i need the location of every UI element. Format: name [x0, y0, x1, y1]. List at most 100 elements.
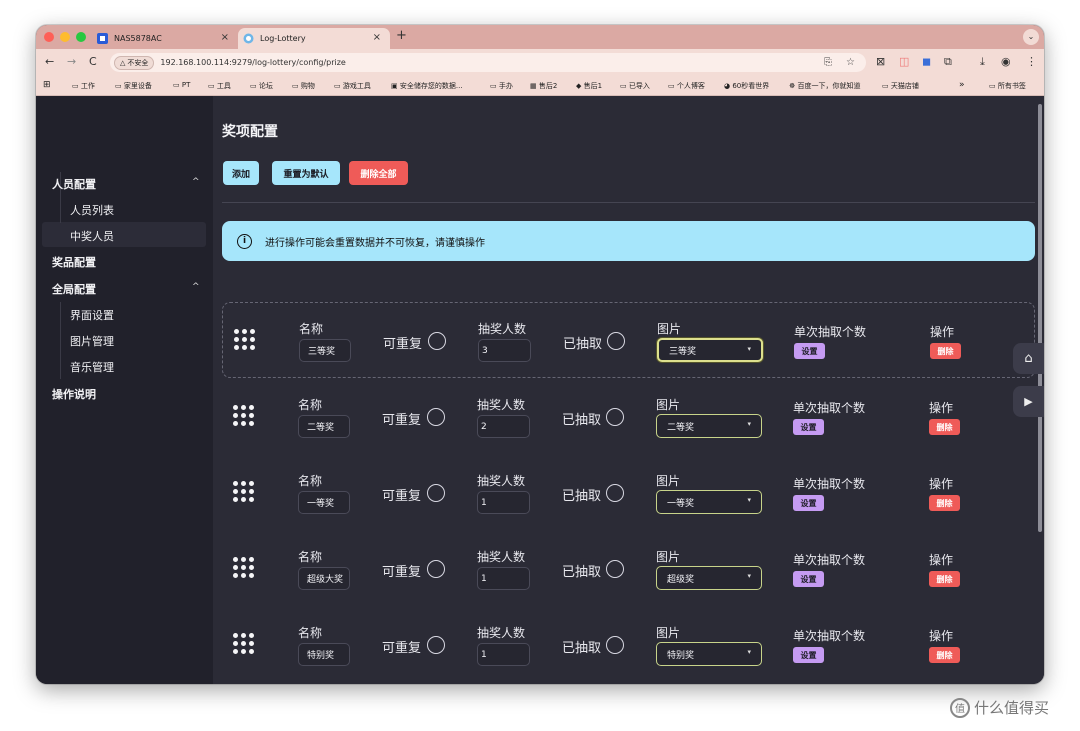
bookmark-item[interactable]: ▭ 工具 [208, 81, 231, 91]
extension-puzzle-icon[interactable]: ⊠ [876, 55, 885, 68]
bookmark-item[interactable]: ▭ 游戏工具 [334, 81, 371, 91]
sidebar-item-winners[interactable]: 中奖人员 [70, 224, 114, 248]
image-select[interactable]: 三等奖 ▾ [657, 338, 763, 362]
draw-count-input[interactable]: 1 [477, 491, 530, 514]
close-tab-icon[interactable]: × [373, 32, 381, 43]
repeatable-radio[interactable] [428, 332, 446, 350]
delete-button[interactable]: 删除 [929, 571, 960, 587]
all-bookmarks-folder[interactable]: ▭ 所有书签 [989, 81, 1026, 91]
image-select[interactable]: 特别奖 ▾ [656, 642, 762, 666]
profile-avatar-icon[interactable]: ◉ [1001, 55, 1011, 68]
delete-button[interactable]: 删除 [929, 647, 960, 663]
add-button[interactable]: 添加 [223, 161, 259, 185]
repeatable-radio[interactable] [427, 636, 445, 654]
bookmark-item[interactable]: ▭ 个人博客 [668, 81, 705, 91]
image-select[interactable]: 二等奖 ▾ [656, 414, 762, 438]
repeatable-radio[interactable] [427, 560, 445, 578]
bookmark-item[interactable]: ▭ PT [173, 81, 190, 89]
extension-pink-icon[interactable]: ◫ [899, 55, 909, 68]
drawn-radio[interactable] [606, 560, 624, 578]
delete-button[interactable]: 删除 [930, 343, 961, 359]
drag-handle-icon[interactable] [234, 329, 258, 351]
settings-button[interactable]: 设置 [793, 419, 824, 435]
chevron-up-icon[interactable]: ^ [192, 177, 200, 187]
settings-button[interactable]: 设置 [794, 343, 825, 359]
drawn-radio[interactable] [606, 408, 624, 426]
bookmark-item[interactable]: ▭ 天猫店铺 [882, 81, 919, 91]
download-icon[interactable]: ⤓ [980, 55, 985, 69]
sidebar-item-music-manager[interactable]: 音乐管理 [70, 355, 114, 379]
scrollbar-thumb[interactable] [1038, 104, 1042, 532]
bookmark-item[interactable]: ☸ 百度一下，你就知道 [789, 81, 861, 91]
settings-button[interactable]: 设置 [793, 495, 824, 511]
chevron-up-icon[interactable]: ^ [192, 282, 200, 292]
drawn-radio[interactable] [607, 332, 625, 350]
drawn-radio[interactable] [606, 636, 624, 654]
prize-name-input[interactable]: 三等奖 [299, 339, 351, 362]
drawn-radio[interactable] [606, 484, 624, 502]
repeatable-radio[interactable] [427, 408, 445, 426]
image-select[interactable]: 超级奖 ▾ [656, 566, 762, 590]
bookmark-item[interactable]: ▦ 售后2 [530, 81, 557, 91]
sidebar-item-prize-config[interactable]: 奖品配置 [52, 250, 96, 274]
reload-icon[interactable]: C [89, 55, 97, 68]
draw-count-input[interactable]: 3 [478, 339, 531, 362]
forward-icon[interactable]: → [67, 55, 76, 68]
settings-button[interactable]: 设置 [793, 647, 824, 663]
settings-button[interactable]: 设置 [793, 571, 824, 587]
apps-grid-icon[interactable]: ⊞ [43, 80, 51, 90]
prize-name-input[interactable]: 超级大奖 [298, 567, 350, 590]
sidebar-item-person-list[interactable]: 人员列表 [70, 198, 114, 222]
bookmark-item[interactable]: ▣ 安全储存您的数据... [391, 81, 463, 91]
bookmark-star-icon[interactable]: ☆ [846, 57, 855, 68]
translate-icon[interactable]: ⎘ [824, 57, 832, 68]
minimize-window-button[interactable] [60, 32, 70, 42]
prize-name-input[interactable]: 一等奖 [298, 491, 350, 514]
delete-button[interactable]: 删除 [929, 419, 960, 435]
sidebar-group-personnel[interactable]: 人员配置 [52, 172, 96, 196]
prize-name-input[interactable]: 二等奖 [298, 415, 350, 438]
tab-nas[interactable]: NAS5878AC × [92, 28, 238, 49]
bookmark-item[interactable]: ◕ 60秒看世界 [724, 81, 769, 91]
repeatable-radio[interactable] [427, 484, 445, 502]
home-icon[interactable]: ⌂ [1013, 343, 1044, 374]
bookmark-item[interactable]: ▭ 购物 [292, 81, 315, 91]
close-tab-icon[interactable]: × [221, 32, 229, 43]
sidebar-item-instructions[interactable]: 操作说明 [52, 382, 96, 406]
draw-count-input[interactable]: 1 [477, 643, 530, 666]
menu-kebab-icon[interactable]: ⋮ [1026, 55, 1037, 68]
drag-handle-icon[interactable] [233, 557, 257, 579]
app-page: 人员配置 ^ 人员列表 中奖人员 奖品配置 全局配置 ^ 界面设置 图片管理 音… [36, 96, 1044, 684]
sidebar-item-ui-settings[interactable]: 界面设置 [70, 303, 114, 327]
tab-log-lottery[interactable]: Log-Lottery × [238, 28, 390, 49]
sidebar-group-global[interactable]: 全局配置 [52, 277, 96, 301]
security-chip[interactable]: △ 不安全 [114, 55, 155, 70]
bookmark-item[interactable]: ▭ 论坛 [250, 81, 273, 91]
address-bar[interactable]: △ 不安全 192.168.100.114:9279/log-lottery/co… [110, 53, 866, 72]
extensions-icon[interactable]: ⧉ [944, 55, 952, 69]
prize-name-input[interactable]: 特别奖 [298, 643, 350, 666]
drag-handle-icon[interactable] [233, 405, 257, 427]
tab-search-dropdown-icon[interactable]: ⌄ [1023, 29, 1039, 45]
delete-button[interactable]: 删除 [929, 495, 960, 511]
drag-handle-icon[interactable] [233, 633, 257, 655]
draw-count-input[interactable]: 1 [477, 567, 530, 590]
draw-count-input[interactable]: 2 [477, 415, 530, 438]
extension-blue-icon[interactable]: ◼ [922, 55, 931, 68]
close-window-button[interactable] [44, 32, 54, 42]
bookmark-item[interactable]: ◆ 售后1 [576, 81, 602, 91]
new-tab-button[interactable]: + [396, 29, 407, 43]
image-select[interactable]: 一等奖 ▾ [656, 490, 762, 514]
bookmarks-overflow-icon[interactable]: » [959, 80, 965, 90]
delete-all-button[interactable]: 删除全部 [349, 161, 408, 185]
play-icon[interactable]: ▶ [1013, 386, 1044, 417]
zoom-window-button[interactable] [76, 32, 86, 42]
reset-default-button[interactable]: 重置为默认 [272, 161, 340, 185]
bookmark-item[interactable]: ▭ 家里设备 [115, 81, 152, 91]
bookmark-item[interactable]: ▭ 工作 [72, 81, 95, 91]
drag-handle-icon[interactable] [233, 481, 257, 503]
back-icon[interactable]: ← [45, 55, 54, 68]
sidebar-item-image-manager[interactable]: 图片管理 [70, 329, 114, 353]
bookmark-item[interactable]: ▭ 手办 [490, 81, 513, 91]
bookmark-item[interactable]: ▭ 已导入 [620, 81, 650, 91]
